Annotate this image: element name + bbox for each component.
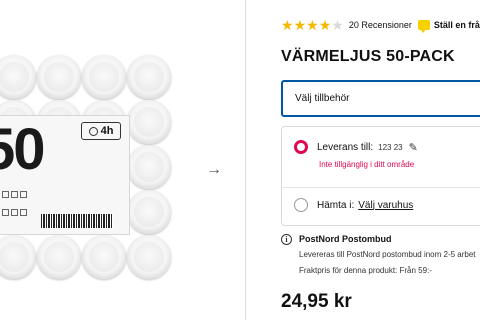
pack-label: 50 4h	[0, 115, 130, 235]
delivery-zip: 123 23	[378, 142, 403, 152]
product-price: 24,95 kr	[281, 291, 352, 312]
choose-store-link[interactable]: Välj varuhus	[358, 200, 413, 211]
star-icon: ★	[281, 17, 294, 33]
burn-time: 4h	[100, 125, 114, 137]
tealight-candle	[0, 55, 36, 99]
clock-icon	[88, 126, 98, 136]
delivery-option[interactable]: Leverans till: 123 23 ✎	[294, 140, 418, 154]
accessory-select[interactable]: Välj tillbehör	[281, 80, 480, 117]
postnord-description: Levereras till PostNord postombud inom 2…	[299, 250, 476, 259]
tealight-candle	[82, 235, 126, 279]
product-info-panel: ★ ★ ★ ★ ★ 20 Recensioner Ställ en fråga …	[281, 0, 480, 320]
tealight-candle	[127, 100, 171, 144]
tealight-candle	[127, 145, 171, 189]
chat-bubble-icon	[417, 20, 430, 33]
star-icon: ★	[293, 17, 307, 33]
tealight-candle	[37, 55, 81, 99]
ask-question-link[interactable]: Ställ en fråga	[434, 20, 480, 30]
star-empty-icon: ★	[331, 17, 344, 33]
star-icon: ★	[318, 17, 332, 33]
divider	[282, 187, 480, 188]
divider	[245, 0, 246, 320]
pickup-label: Hämta i:	[317, 199, 355, 211]
tealight-candle	[82, 55, 126, 99]
tealight-candle	[127, 235, 171, 279]
burn-time-badge: 4h	[81, 122, 121, 140]
accessory-select-label: Välj tillbehör	[295, 93, 350, 104]
tealight-candle	[127, 55, 171, 99]
tealight-candle	[37, 235, 81, 279]
pickup-option[interactable]: Hämta i: Välj varuhus	[294, 198, 413, 212]
next-image-arrow-icon[interactable]: →	[206, 161, 222, 179]
delivery-radio[interactable]	[294, 140, 308, 154]
postnord-title: PostNord Postombud	[299, 234, 392, 244]
delivery-unavailable-message: Inte tillgänglig i ditt område	[319, 160, 415, 169]
product-image[interactable]: 50 4h	[0, 0, 200, 320]
pack-number: 50	[0, 117, 45, 182]
pencil-icon[interactable]: ✎	[409, 141, 418, 154]
product-title: VÄRMELJUS 50-PACK	[281, 48, 455, 65]
tealight-candle	[127, 190, 171, 234]
rating-row: ★ ★ ★ ★ ★ 20 Recensioner Ställ en fråga	[281, 18, 480, 33]
star-rating[interactable]: ★ ★ ★ ★ ★	[281, 18, 344, 32]
barcode	[41, 214, 113, 228]
star-icon: ★	[306, 17, 319, 33]
warning-icons	[1, 186, 35, 222]
delivery-label: Leverans till:	[317, 141, 374, 153]
info-icon: i	[281, 234, 292, 245]
postnord-shipping-price: Fraktpris för denna produkt: Från 59:-	[299, 266, 432, 275]
delivery-options: Leverans till: 123 23 ✎ Inte tillgänglig…	[281, 126, 480, 226]
tealight-candle	[0, 235, 36, 279]
reviews-link[interactable]: 20 Recensioner	[349, 20, 412, 30]
pickup-radio[interactable]	[294, 198, 308, 212]
